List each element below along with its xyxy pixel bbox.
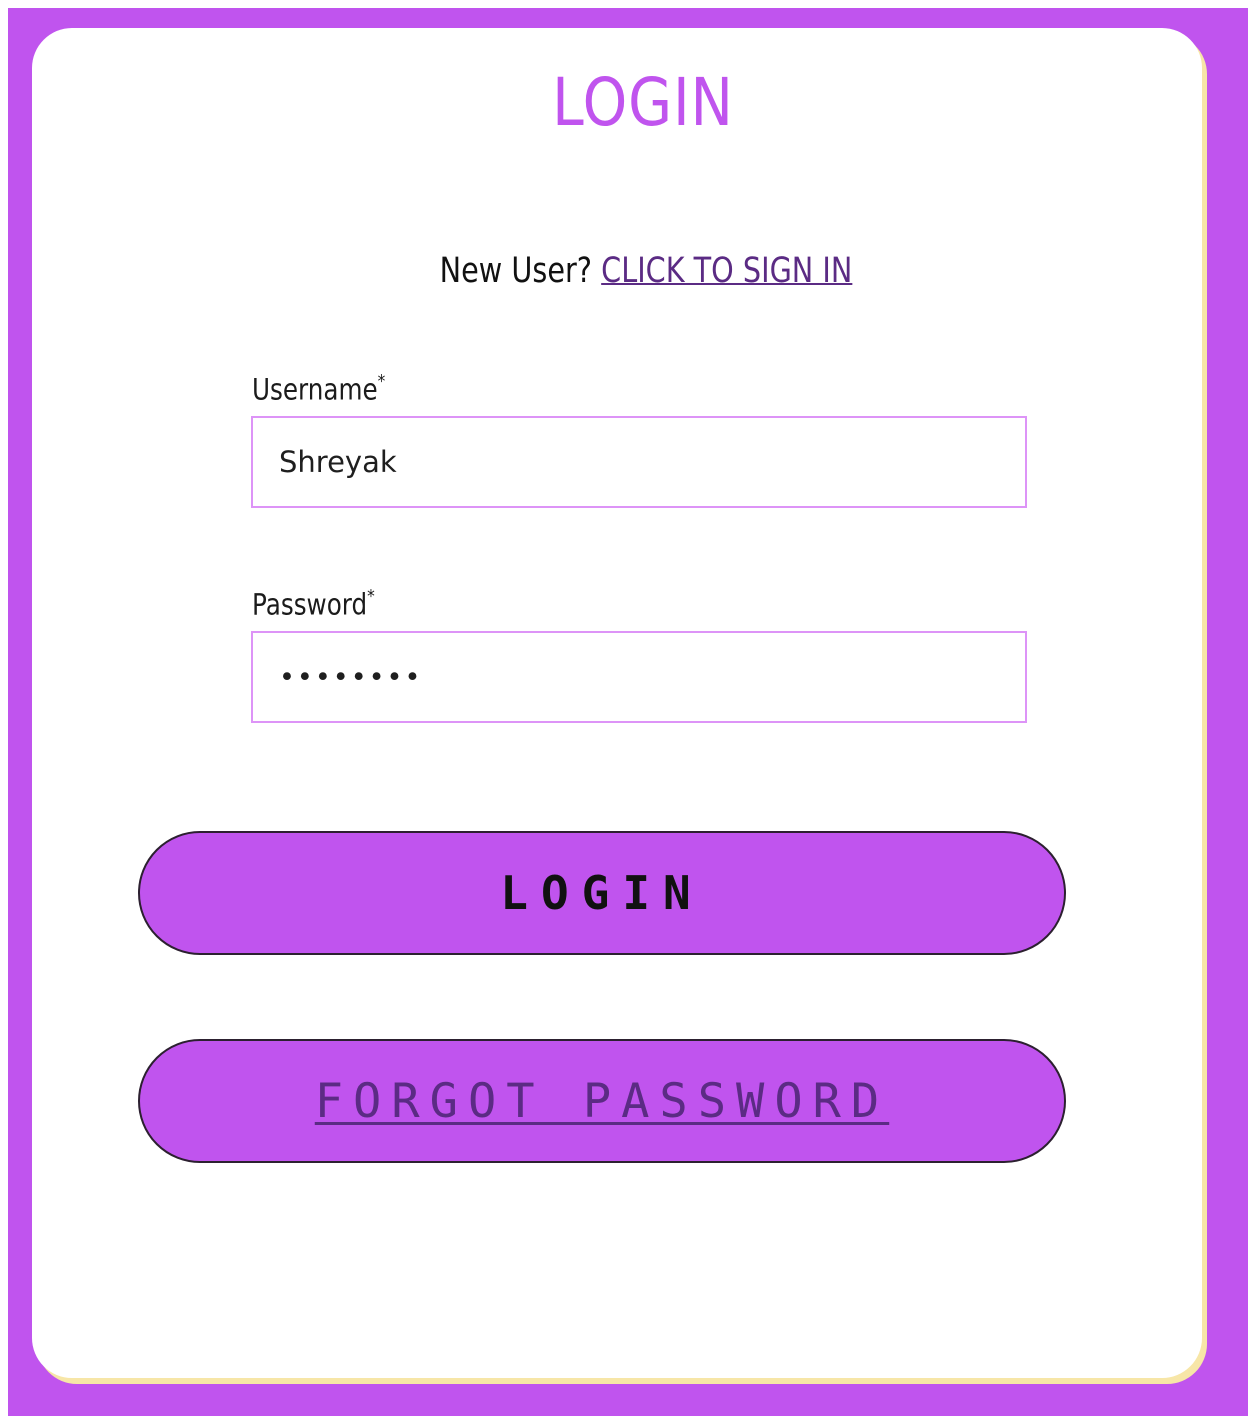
password-label-text: Password — [252, 587, 368, 622]
username-label: Username* — [252, 372, 385, 407]
username-label-text: Username — [252, 372, 378, 407]
sign-in-link[interactable]: CLICK TO SIGN IN — [601, 251, 852, 291]
username-field[interactable] — [251, 416, 1027, 508]
password-required-marker: * — [367, 586, 375, 607]
username-input[interactable] — [253, 418, 1025, 506]
new-user-prompt: New User? — [439, 251, 593, 291]
login-button[interactable]: LOGIN — [138, 831, 1066, 955]
forgot-password-link[interactable]: FORGOT PASSWORD — [315, 1078, 889, 1125]
login-button-label: LOGIN — [500, 866, 704, 920]
username-required-marker: * — [377, 371, 386, 392]
login-card: LOGIN New User? CLICK TO SIGN IN Usernam… — [32, 28, 1202, 1378]
password-field[interactable] — [251, 631, 1027, 723]
forgot-password-button[interactable]: FORGOT PASSWORD — [138, 1039, 1066, 1163]
page-title: LOGIN — [552, 64, 734, 141]
password-input[interactable] — [253, 633, 1025, 721]
new-user-row: New User? CLICK TO SIGN IN — [143, 252, 1150, 291]
password-label: Password* — [252, 587, 375, 622]
